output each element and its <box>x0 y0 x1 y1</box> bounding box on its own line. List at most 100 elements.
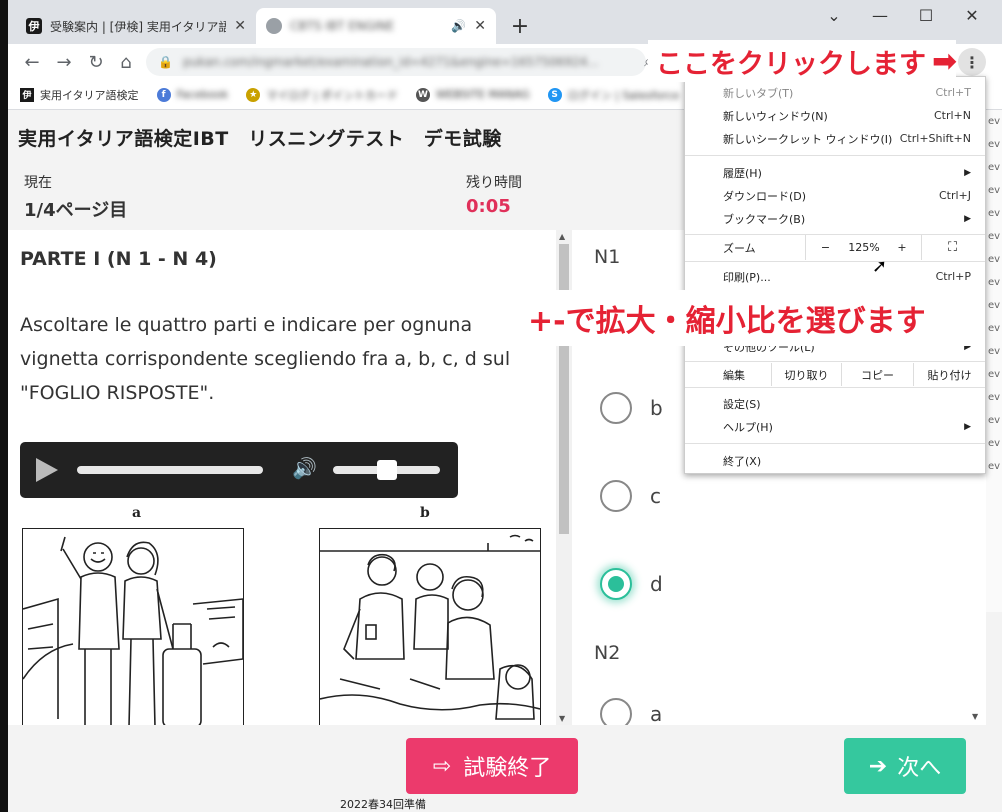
volume-icon[interactable]: 🔊 <box>292 456 317 480</box>
chevron-right-icon: ▶ <box>964 167 971 178</box>
bookmark-label: WEBSITE MANAG <box>435 88 530 101</box>
menu-divider <box>685 387 985 388</box>
option-label: d <box>650 572 663 596</box>
scroll-up-icon[interactable]: ▲ <box>559 232 565 241</box>
maximize-button[interactable]: ☐ <box>906 6 946 25</box>
question-label-n1: N1 <box>594 246 621 268</box>
menu-item-incognito[interactable]: 新しいシークレット ウィンドウ(I) Ctrl+Shift+N <box>685 127 985 150</box>
radio-button[interactable] <box>600 392 632 424</box>
close-tab-icon[interactable]: ✕ <box>474 18 486 34</box>
chevron-right-icon: ▶ <box>964 213 971 224</box>
bookmark-item[interactable]: f Facebook <box>156 87 229 102</box>
bookmark-label: ログイン | Salesforce <box>567 88 680 102</box>
bookmark-item[interactable]: W WEBSITE MANAG <box>415 87 530 102</box>
menu-item-new-tab[interactable]: 新しいタブ(T) Ctrl+T <box>685 81 985 104</box>
exam-footer: ⇨ 試験終了 ➔ 次へ <box>8 725 1002 812</box>
menu-item-exit[interactable]: 終了(X) <box>685 449 985 472</box>
question-label-n2: N2 <box>594 642 621 664</box>
seek-bar[interactable] <box>77 466 263 474</box>
next-button[interactable]: ➔ 次へ <box>844 738 966 794</box>
forward-arrow-icon[interactable]: → <box>52 50 76 74</box>
menu-item-settings[interactable]: 設定(S) <box>685 392 985 415</box>
exit-icon: ⇨ <box>432 753 452 779</box>
copy-button[interactable]: コピー <box>841 363 913 386</box>
bookmark-label: マイログ | ポイントカード <box>266 88 398 102</box>
taskbar-peek-text: 2022春34回準備 <box>340 798 426 811</box>
chrome-menu-button[interactable]: ⋮ <box>958 48 986 76</box>
menu-item-new-window[interactable]: 新しいウィンドウ(N) Ctrl+N <box>685 104 985 127</box>
site-favicon-icon: 伊 <box>26 18 42 34</box>
tab-active[interactable]: CBTS IBT ENGINE 🔊 ✕ <box>256 8 496 44</box>
minimize-button[interactable]: — <box>860 6 900 25</box>
edit-label: 編集 <box>723 368 745 382</box>
bookmark-item[interactable]: S ログイン | Salesforce <box>547 87 680 103</box>
radio-button-selected[interactable] <box>600 568 632 600</box>
back-arrow-icon[interactable]: ← <box>20 50 44 74</box>
bookmark-item[interactable]: 伊 実用イタリア語検定 <box>20 87 139 103</box>
radio-button[interactable] <box>600 480 632 512</box>
close-tab-icon[interactable]: ✕ <box>234 18 246 34</box>
radio-button[interactable] <box>600 698 632 725</box>
chevron-right-icon: ▶ <box>964 421 971 432</box>
current-page-label: 現在 <box>24 175 52 191</box>
reload-icon[interactable]: ↻ <box>84 50 108 74</box>
chrome-menu: 新しいタブ(T) Ctrl+T 新しいウィンドウ(N) Ctrl+N 新しいシー… <box>684 76 986 474</box>
scrollbar-thumb[interactable] <box>559 244 569 534</box>
home-icon[interactable]: ⌂ <box>114 50 138 74</box>
image-label-b: b <box>420 505 430 521</box>
background-window-peek: ev ev ev ev ev ev ev ev ev ev ev ev ev ev ev ev <box>986 110 1002 612</box>
speaker-icon[interactable]: 🔊 <box>451 19 466 33</box>
volume-slider-handle[interactable] <box>376 460 397 480</box>
next-label: 次へ <box>897 756 942 781</box>
answer-option-n1-c[interactable]: c <box>600 480 661 512</box>
page-title: 実用イタリア語検定IBT リスニングテスト デモ試験 <box>18 128 502 150</box>
globe-favicon-icon <box>266 18 282 34</box>
part-title: PARTE I (N 1 - N 4) <box>20 248 217 270</box>
new-tab-button[interactable]: + <box>506 12 534 40</box>
option-label: a <box>650 702 663 725</box>
answer-option-n1-b[interactable]: b <box>600 392 663 424</box>
menu-item-bookmarks[interactable]: ブックマーク(B) ▶ <box>685 207 985 230</box>
answer-option-n2-a[interactable]: a <box>600 698 662 725</box>
end-exam-label: 試験終了 <box>463 756 552 781</box>
bookmark-item[interactable]: ★ マイログ | ポイントカード <box>246 87 398 103</box>
current-page-value: 1/4ページ目 <box>24 200 128 221</box>
arrow-right-icon: ➡ <box>932 43 958 79</box>
lock-icon: 🔒 <box>158 55 173 69</box>
menu-item-help[interactable]: ヘルプ(H) ▶ <box>685 415 985 438</box>
audio-player: 🔊 <box>20 442 458 498</box>
scroll-down-icon[interactable]: ▼ <box>972 712 978 721</box>
remaining-time-value: 0:05 <box>466 196 511 217</box>
menu-item-print[interactable]: 印刷(P)... Ctrl+P <box>685 265 985 288</box>
menu-item-downloads[interactable]: ダウンロード(D) Ctrl+J <box>685 184 985 207</box>
zoom-out-button[interactable]: − <box>805 235 845 260</box>
end-exam-button[interactable]: ⇨ 試験終了 <box>406 738 578 794</box>
scroll-down-icon[interactable]: ▼ <box>559 714 565 723</box>
annotation-click-here: ここをクリックします ➡ <box>648 40 958 82</box>
menu-item-history[interactable]: 履歴(H) ▶ <box>685 161 985 184</box>
cut-button[interactable]: 切り取り <box>771 363 841 386</box>
url-text: pukan.com/ingmarket/examination_id=4271&… <box>182 55 599 69</box>
option-label: c <box>650 484 661 508</box>
image-label-a: a <box>132 505 142 521</box>
zoom-in-button[interactable]: + <box>883 241 921 254</box>
close-window-button[interactable]: ✕ <box>952 6 992 25</box>
star-icon: ★ <box>246 87 261 102</box>
zoom-label: ズーム <box>723 241 756 255</box>
address-bar[interactable]: 🔒 pukan.com/ingmarket/examination_id=427… <box>146 48 646 76</box>
tab-inactive[interactable]: 伊 受験案内 | [伊検] 実用イタリア語検 ✕ <box>16 8 256 44</box>
bookmark-label: Facebook <box>176 88 229 101</box>
chevron-down-icon[interactable]: ⌄ <box>814 6 854 25</box>
arrow-right-icon: ➔ <box>868 753 888 779</box>
question-pane[interactable]: PARTE I (N 1 - N 4) Ascoltare le quattro… <box>8 230 556 725</box>
answer-option-n1-d[interactable]: d <box>600 568 663 600</box>
fullscreen-icon[interactable]: ⛶ <box>921 235 983 260</box>
remaining-time-label: 残り時間 <box>466 175 522 191</box>
instructions-text: Ascoltare le quattro parti e indicare pe… <box>20 314 511 404</box>
mouse-cursor-icon: ➚ <box>872 256 888 277</box>
play-icon[interactable] <box>36 458 58 482</box>
tab-title: 受験案内 | [伊検] 実用イタリア語検 <box>50 19 227 34</box>
vignette-image-b <box>319 528 541 725</box>
paste-button[interactable]: 貼り付け <box>913 363 985 386</box>
site-favicon-icon: 伊 <box>20 87 34 102</box>
